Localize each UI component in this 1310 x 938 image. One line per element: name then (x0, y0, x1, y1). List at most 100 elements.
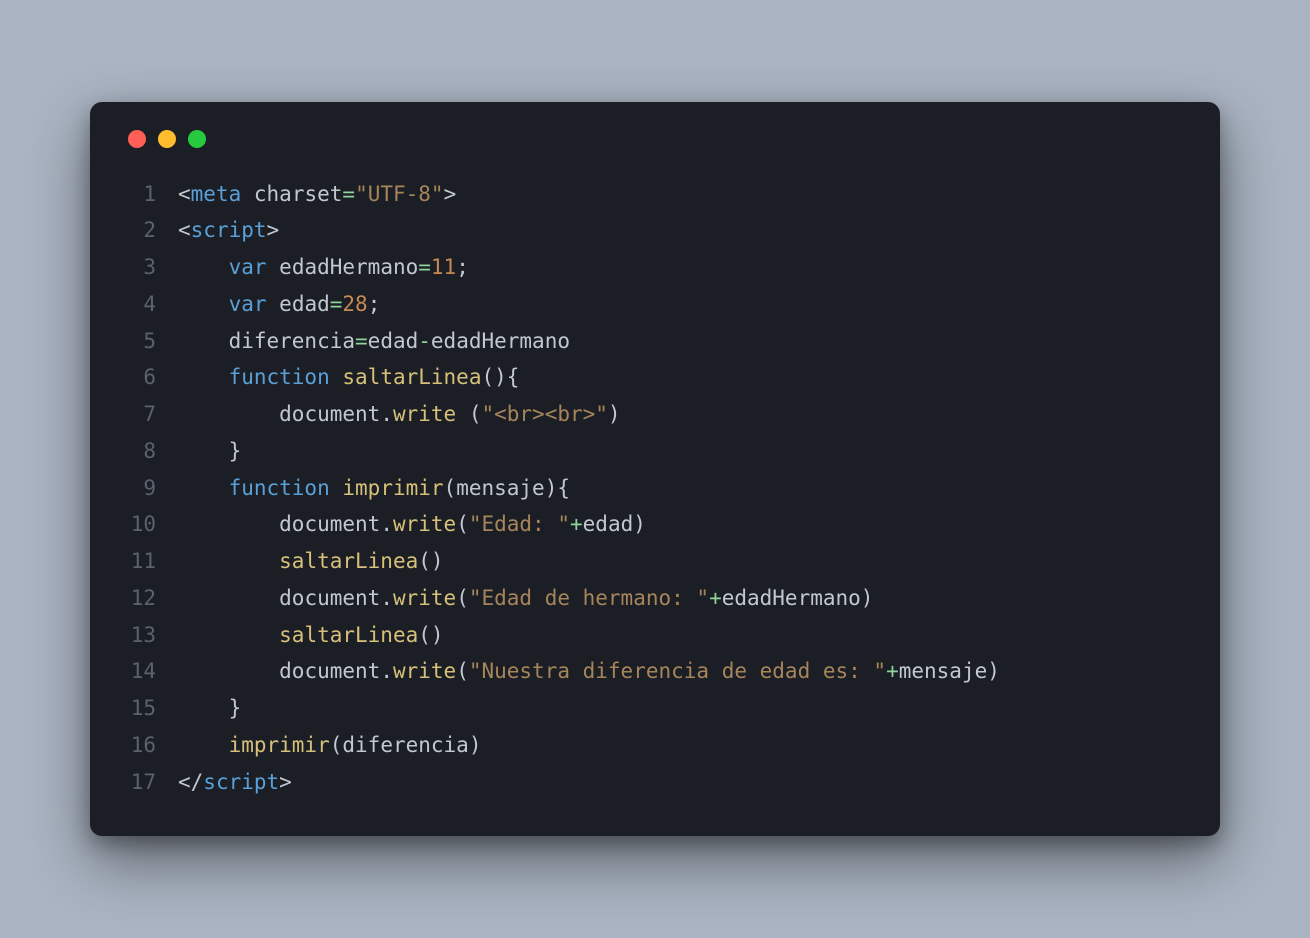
line-content: function imprimir(mensaje){ (178, 470, 1184, 507)
code-token: < (178, 218, 191, 242)
line-number: 5 (126, 323, 178, 360)
line-content: } (178, 433, 1184, 470)
code-token: () (418, 623, 443, 647)
code-token: () (418, 549, 443, 573)
code-token: function (229, 365, 330, 389)
code-token: . (380, 402, 393, 426)
line-content: var edad=28; (178, 286, 1184, 323)
close-icon[interactable] (128, 130, 146, 148)
code-token (178, 365, 229, 389)
code-token: edad (279, 292, 330, 316)
code-token: imprimir (342, 476, 443, 500)
code-token: + (570, 512, 583, 536)
line-number: 10 (126, 506, 178, 543)
code-line: 17</script> (126, 764, 1184, 801)
code-token: ) (633, 512, 646, 536)
code-window: 1<meta charset="UTF-8">2<script>3 var ed… (90, 102, 1220, 837)
code-token (178, 329, 229, 353)
code-token: meta (191, 182, 242, 206)
code-token: mensaje (456, 476, 545, 500)
line-number: 8 (126, 433, 178, 470)
code-token: edadHermano (431, 329, 570, 353)
code-token: edad (368, 329, 419, 353)
code-token: ; (368, 292, 381, 316)
code-line: 5 diferencia=edad-edadHermano (126, 323, 1184, 360)
code-token: = (418, 255, 431, 279)
code-token: ){ (545, 476, 570, 500)
line-content: } (178, 690, 1184, 727)
code-token: ) (608, 402, 621, 426)
line-content: document.write("Edad: "+edad) (178, 506, 1184, 543)
line-content: saltarLinea() (178, 617, 1184, 654)
code-token (178, 733, 229, 757)
code-token (178, 476, 229, 500)
code-token (241, 182, 254, 206)
code-token (178, 659, 279, 683)
code-token: </ (178, 770, 203, 794)
code-line: 13 saltarLinea() (126, 617, 1184, 654)
line-number: 9 (126, 470, 178, 507)
code-token (267, 255, 280, 279)
code-line: 12 document.write("Edad de hermano: "+ed… (126, 580, 1184, 617)
code-token: edadHermano (279, 255, 418, 279)
code-token: ) (987, 659, 1000, 683)
code-token: edadHermano (722, 586, 861, 610)
code-token: ; (456, 255, 469, 279)
line-content: document.write ("<br><br>") (178, 396, 1184, 433)
code-token: . (380, 512, 393, 536)
code-token: ( (456, 512, 469, 536)
code-token (178, 586, 279, 610)
line-content: <meta charset="UTF-8"> (178, 176, 1184, 213)
code-token: script (203, 770, 279, 794)
code-token: = (355, 329, 368, 353)
minimize-icon[interactable] (158, 130, 176, 148)
code-line: 9 function imprimir(mensaje){ (126, 470, 1184, 507)
line-number: 12 (126, 580, 178, 617)
code-token: "Edad: " (469, 512, 570, 536)
line-content: function saltarLinea(){ (178, 359, 1184, 396)
maximize-icon[interactable] (188, 130, 206, 148)
code-line: 16 imprimir(diferencia) (126, 727, 1184, 764)
line-number: 3 (126, 249, 178, 286)
code-token: script (191, 218, 267, 242)
code-token: write (393, 586, 456, 610)
code-line: 14 document.write("Nuestra diferencia de… (126, 653, 1184, 690)
code-token: document (279, 402, 380, 426)
code-token: write (393, 512, 456, 536)
code-token: > (444, 182, 457, 206)
line-number: 7 (126, 396, 178, 433)
code-line: 15 } (126, 690, 1184, 727)
code-token: . (380, 659, 393, 683)
code-token: + (709, 586, 722, 610)
code-token: var (229, 255, 267, 279)
code-token: ( (456, 586, 469, 610)
code-token: charset (254, 182, 343, 206)
code-token: ( (456, 659, 469, 683)
code-line: 7 document.write ("<br><br>") (126, 396, 1184, 433)
code-token: edad (583, 512, 634, 536)
code-token: imprimir (229, 733, 330, 757)
line-number: 11 (126, 543, 178, 580)
code-token: write (393, 402, 456, 426)
code-token: > (279, 770, 292, 794)
line-content: imprimir(diferencia) (178, 727, 1184, 764)
code-token: = (330, 292, 343, 316)
line-number: 6 (126, 359, 178, 396)
code-token: } (178, 439, 241, 463)
code-token: "UTF-8" (355, 182, 444, 206)
line-number: 13 (126, 617, 178, 654)
line-content: <script> (178, 212, 1184, 249)
code-token (178, 402, 279, 426)
line-number: 2 (126, 212, 178, 249)
line-content: var edadHermano=11; (178, 249, 1184, 286)
code-token: diferencia (229, 329, 355, 353)
code-token: saltarLinea (342, 365, 481, 389)
code-token (178, 292, 229, 316)
line-number: 16 (126, 727, 178, 764)
code-token: saltarLinea (279, 623, 418, 647)
code-token: 11 (431, 255, 456, 279)
line-content: </script> (178, 764, 1184, 801)
window-traffic-lights (126, 130, 1184, 148)
line-content: document.write("Nuestra diferencia de ed… (178, 653, 1184, 690)
code-line: 10 document.write("Edad: "+edad) (126, 506, 1184, 543)
